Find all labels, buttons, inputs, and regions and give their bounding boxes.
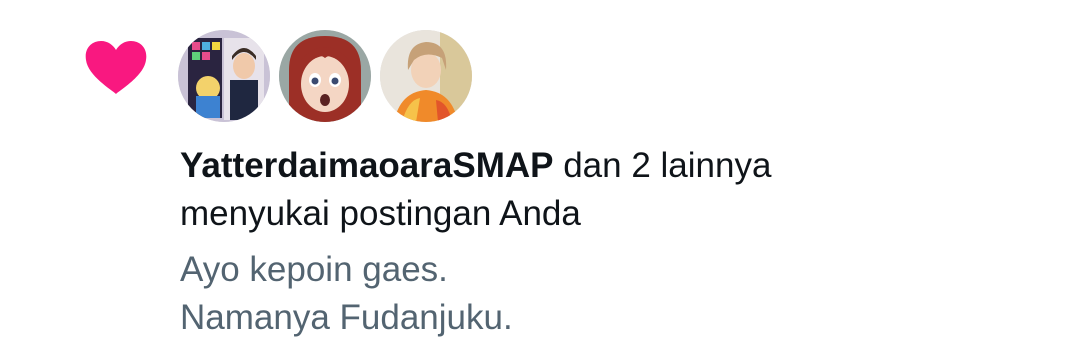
post-text-line: Ayo kepoin gaes. <box>180 250 448 289</box>
like-notification[interactable]: YatterdaimaoaraSMAP dan 2 lainnya menyuka… <box>0 0 1080 360</box>
others-count-text: dan 2 lainnya <box>553 146 772 185</box>
avatar[interactable] <box>380 30 472 122</box>
post-text-line: Namanya Fudanjuku. <box>180 298 513 337</box>
heart-icon <box>85 41 147 94</box>
action-text: menyukai postingan Anda <box>180 194 581 233</box>
username[interactable]: YatterdaimaoaraSMAP <box>180 146 553 185</box>
post-preview[interactable]: Ayo kepoin gaes. Namanya Fudanjuku. <box>180 246 1040 342</box>
notification-text: YatterdaimaoaraSMAP dan 2 lainnya menyuka… <box>180 142 1040 238</box>
avatar[interactable] <box>279 30 371 122</box>
avatar[interactable] <box>178 30 270 122</box>
